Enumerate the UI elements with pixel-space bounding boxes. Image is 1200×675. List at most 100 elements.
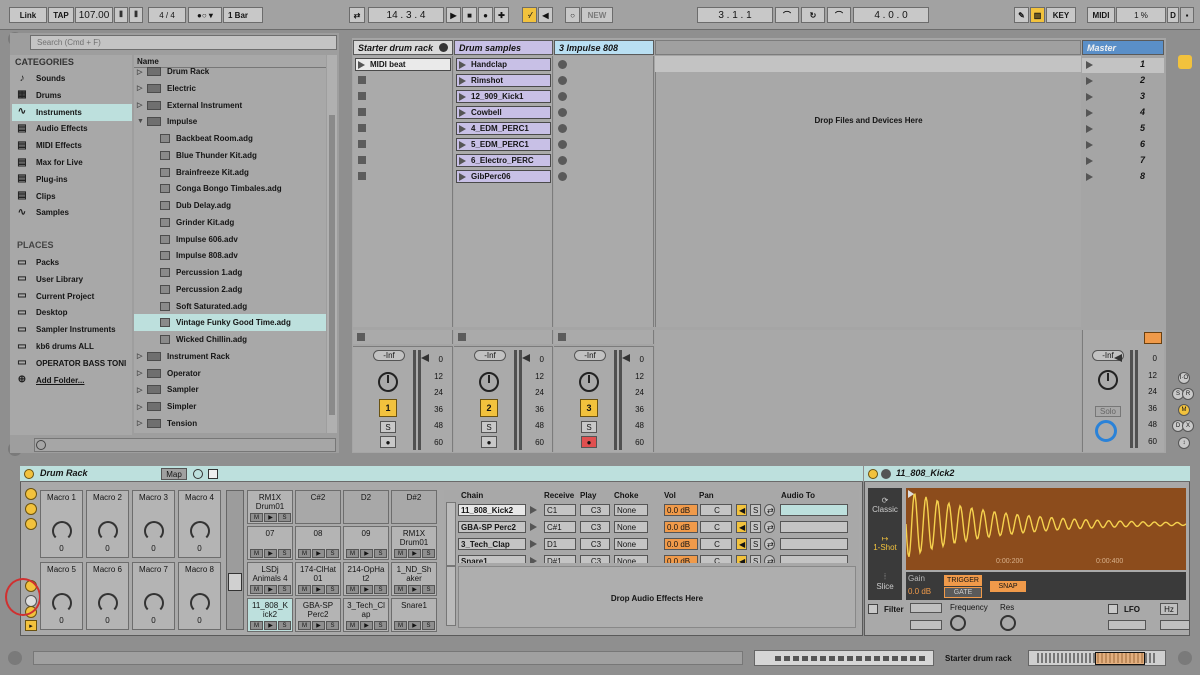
solo-button[interactable]: Solo — [1095, 406, 1121, 417]
gain-value[interactable]: 0.0 dB — [908, 587, 931, 596]
scene-launch-icon[interactable] — [1086, 141, 1093, 149]
category-audio-effects[interactable]: ▤ Audio Effects — [12, 120, 132, 137]
receive-note-select[interactable]: D1 — [544, 538, 576, 550]
hz-button[interactable]: Hz — [1160, 603, 1178, 615]
macro-dial[interactable] — [190, 521, 210, 541]
pan-knob[interactable] — [378, 372, 398, 392]
back-to-arrangement-icon[interactable]: ◀ — [538, 7, 553, 23]
record-icon[interactable]: ● — [478, 7, 493, 23]
clip-launch-icon[interactable] — [358, 61, 365, 69]
browser-item[interactable]: Vintage Funky Good Time.adg — [134, 314, 326, 332]
crossfade-toggle-icon[interactable]: X — [1182, 420, 1194, 432]
play-note-field[interactable]: C3 — [580, 555, 610, 563]
automation-icon[interactable]: ∙⁄ — [522, 7, 537, 23]
pad-play-button[interactable]: ▶ — [264, 585, 277, 594]
chain-row[interactable]: GBA-SP Perc2 C#1 C3 None 0.0 dB C ◀ S ⇄ — [458, 521, 848, 535]
clip-slot[interactable]: 6_Electro_PERC — [456, 154, 551, 167]
browser-item[interactable]: ▷ Instrument Rack — [134, 348, 326, 365]
collapsed-icon[interactable]: ▷ — [137, 369, 147, 377]
chain-scrollbar[interactable] — [446, 502, 456, 566]
link-button[interactable]: Link — [9, 7, 47, 23]
pad-solo-button[interactable]: S — [278, 549, 291, 558]
drum-pad[interactable]: 3_Tech_Cl ap M ▶ S — [343, 598, 389, 632]
nudge-icon[interactable]: ⦀ — [114, 7, 128, 23]
chain-speaker-icon[interactable]: ◀ — [736, 504, 747, 516]
collapsed-icon[interactable]: ▷ — [137, 101, 147, 109]
browser-item[interactable]: Conga Bongo Timbales.adg — [134, 180, 326, 197]
track-options-icon[interactable]: ↕ — [1178, 437, 1190, 449]
computer-keyboard-icon[interactable]: ▥ — [1030, 7, 1045, 23]
browser-item[interactable]: ▷ Sampler — [134, 381, 326, 398]
mode-classic[interactable]: ⟳ Classic — [868, 490, 902, 524]
pad-solo-button[interactable]: S — [326, 585, 339, 594]
quantize-select[interactable]: 1 Bar — [223, 7, 263, 23]
drop-effects-zone[interactable]: Drop Audio Effects Here — [458, 566, 856, 628]
pad-play-button[interactable]: ▶ — [408, 549, 421, 558]
scene-launch[interactable]: 1 — [1082, 58, 1164, 73]
chain-row[interactable]: 3_Tech_Clap D1 C3 None 0.0 dB C ◀ S ⇄ — [458, 538, 848, 552]
pad-solo-button[interactable]: S — [278, 513, 291, 522]
browser-item[interactable]: ▷ Drum Rack — [134, 63, 326, 80]
chain-name[interactable]: 3_Tech_Clap — [458, 538, 526, 550]
scene-launch-icon[interactable] — [1086, 173, 1093, 181]
pad-play-button[interactable]: ▶ — [408, 621, 421, 630]
pan-knob[interactable] — [479, 372, 499, 392]
mixer-toggle-icon[interactable]: M — [1178, 404, 1190, 416]
clip-stop-icon[interactable] — [358, 140, 366, 148]
browser-item[interactable]: Wicked Chillin.adg — [134, 331, 326, 348]
scene-launch-icon[interactable] — [1086, 125, 1093, 133]
filter-checkbox[interactable] — [868, 604, 878, 614]
drum-pad[interactable]: 214-OpHa t2 M ▶ S — [343, 562, 389, 596]
chain-pan-field[interactable]: C — [700, 521, 732, 533]
chain-hot-swap-icon[interactable]: ⇄ — [764, 504, 775, 516]
pad-mute-button[interactable]: M — [250, 585, 263, 594]
browser-item[interactable]: Impulse 808.adv — [134, 247, 326, 264]
category-sounds[interactable]: ♪ Sounds — [12, 70, 132, 87]
record-arm-slot-icon[interactable] — [558, 108, 567, 117]
drum-pad[interactable]: 1_ND_Sh aker M ▶ S — [391, 562, 437, 596]
detail-toggle-icon[interactable] — [8, 651, 22, 665]
chain-speaker-icon[interactable]: ◀ — [736, 521, 747, 533]
stop-icon[interactable]: ■ — [462, 7, 477, 23]
track-header[interactable]: 3 Impulse 808 — [554, 40, 654, 55]
pad-play-button[interactable]: ▶ — [264, 513, 277, 522]
macro-knob-7[interactable]: Macro 7 0 — [132, 562, 175, 630]
follow-icon[interactable]: ⇄ — [349, 7, 365, 23]
play-icon[interactable]: ▶ — [446, 7, 461, 23]
audio-to-select[interactable] — [780, 538, 848, 550]
punch-out-icon[interactable]: ⌒ — [827, 7, 851, 23]
chain-solo-button[interactable]: S — [750, 504, 761, 516]
category-instruments[interactable]: ∿ Instruments — [12, 103, 132, 121]
add-icon[interactable]: ✚ — [494, 7, 509, 23]
macro-dial[interactable] — [144, 593, 164, 613]
play-note-field[interactable]: C3 — [580, 521, 610, 533]
play-note-field[interactable]: C3 — [580, 504, 610, 516]
browser-item[interactable]: ▷ Electric — [134, 80, 326, 97]
chain-hot-swap-icon[interactable]: ⇄ — [764, 555, 775, 563]
clip-stop-icon[interactable] — [358, 156, 366, 164]
scene-launch[interactable]: 6 — [1082, 138, 1164, 153]
chain-volume-field[interactable]: 0.0 dB — [664, 538, 698, 550]
track-activator[interactable]: 1 — [379, 399, 397, 417]
place-desktop[interactable]: ▭ Desktop — [12, 304, 132, 321]
collapsed-icon[interactable]: ▷ — [137, 386, 147, 394]
choke-select[interactable]: None — [614, 538, 648, 550]
gate-button[interactable]: GATE — [944, 587, 982, 598]
loop-length-field[interactable]: 4 . 0 . 0 — [853, 7, 929, 23]
chain-speaker-icon[interactable]: ◀ — [736, 538, 747, 550]
macro-dial[interactable] — [190, 593, 210, 613]
pad-mute-button[interactable]: M — [298, 549, 311, 558]
drum-pad[interactable]: C#2 — [295, 490, 341, 524]
scene-launch-icon[interactable] — [1086, 109, 1093, 117]
pad-mute-button[interactable]: M — [250, 621, 263, 630]
io-toggle-icon[interactable]: I·O — [1178, 372, 1190, 384]
pad-play-button[interactable]: ▶ — [312, 585, 325, 594]
chain-solo-button[interactable]: S — [750, 521, 761, 533]
track-activator[interactable]: 3 — [580, 399, 598, 417]
browser-item[interactable]: Percussion 2.adg — [134, 281, 326, 298]
clip-stop-icon[interactable] — [358, 76, 366, 84]
pad-play-button[interactable]: ▶ — [360, 585, 373, 594]
lfo-wave-select[interactable] — [1108, 620, 1146, 630]
simpler-on-icon[interactable] — [868, 469, 878, 479]
macro-knob-1[interactable]: Macro 1 0 — [40, 490, 83, 558]
